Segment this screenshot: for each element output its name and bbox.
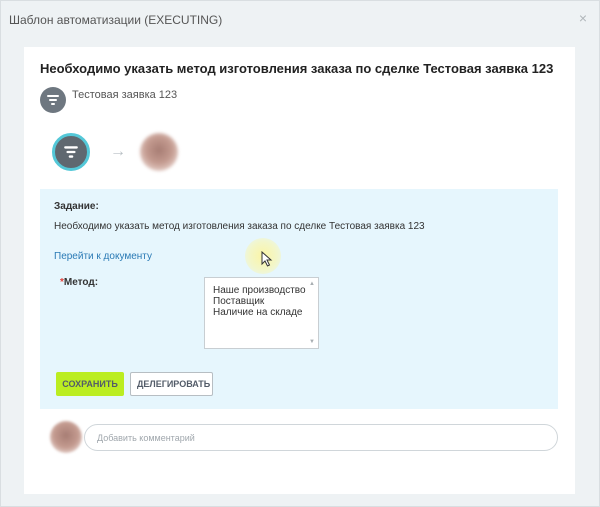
user-avatar (50, 421, 82, 453)
assignment-box: Задание: Необходимо указать метод изгото… (40, 189, 558, 409)
close-icon[interactable]: × (579, 11, 587, 25)
assignee-avatar[interactable] (140, 133, 178, 171)
scroll-up-icon[interactable]: ▲ (309, 281, 315, 287)
save-button[interactable]: СОХРАНИТЬ (56, 372, 124, 396)
dialog-title: Шаблон автоматизации (EXECUTING) (9, 13, 223, 27)
method-select-list[interactable]: Наше производство Поставщик Наличие на с… (204, 277, 319, 349)
document-name: Тестовая заявка 123 (72, 89, 178, 101)
comment-row: Добавить комментарий (48, 421, 558, 453)
arrow-right-icon: → (110, 143, 126, 160)
method-option-own-production[interactable]: Наше производство (205, 285, 318, 296)
automation-template-dialog: Шаблон автоматизации (EXECUTING) × Необх… (0, 0, 600, 507)
comment-input[interactable]: Добавить комментарий (84, 424, 558, 451)
method-option-in-stock[interactable]: Наличие на складе (205, 307, 318, 318)
assignment-text: Необходимо указать метод изготовления за… (54, 221, 425, 232)
document-row: Тестовая заявка 123 (40, 87, 177, 115)
delegate-button[interactable]: ДЕЛЕГИРОВАТЬ (130, 372, 213, 396)
assignment-label: Задание: (54, 201, 99, 212)
scroll-down-icon[interactable]: ▼ (309, 339, 315, 345)
go-to-document-link[interactable]: Перейти к документу (54, 251, 152, 262)
dialog-header: Шаблон автоматизации (EXECUTING) (1, 1, 599, 39)
filter-funnel-icon (40, 87, 66, 113)
method-label-text: Метод: (63, 277, 99, 288)
method-option-supplier[interactable]: Поставщик (205, 296, 318, 307)
workflow-diagram: → (52, 131, 178, 173)
task-panel: Необходимо указать метод изготовления за… (24, 47, 575, 494)
method-label: *Метод: (60, 277, 98, 288)
workflow-start-icon (52, 133, 90, 171)
task-heading: Необходимо указать метод изготовления за… (40, 61, 554, 76)
